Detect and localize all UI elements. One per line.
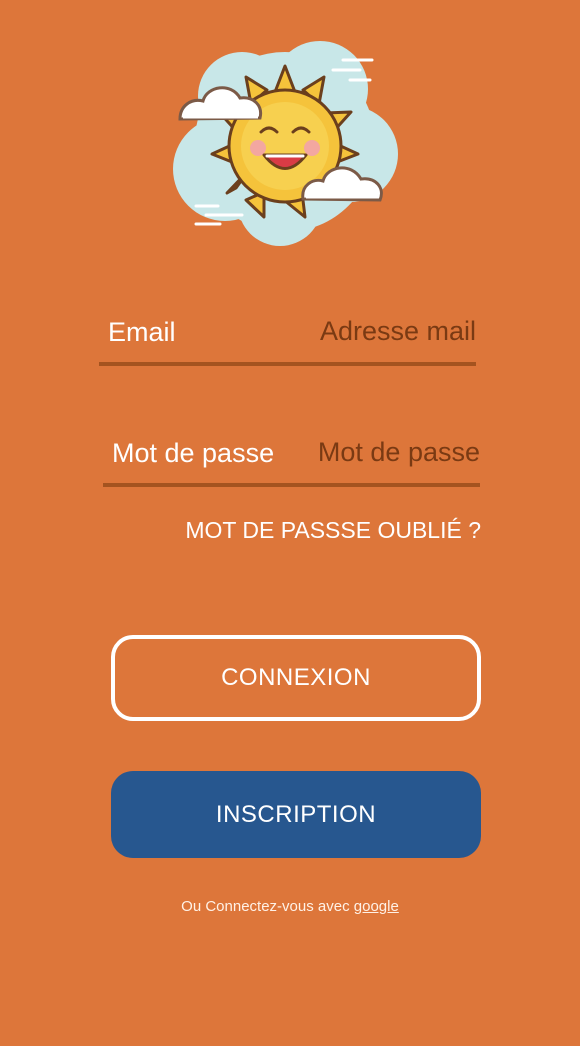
google-login-link[interactable]: google [354, 898, 399, 915]
email-label: Email [108, 317, 176, 347]
inscription-button-label: INSCRIPTION [215, 800, 377, 828]
connexion-button-label: CONNEXION [221, 664, 371, 691]
password-field: Mot de passe [103, 425, 480, 487]
login-screen: Email Mot de passe MOT DE PASSSE OUBLIÉ … [0, 0, 580, 1046]
social-login-prefix: Ou Connectez-vous avec [181, 898, 350, 915]
connexion-button[interactable]: CONNEXION [111, 635, 481, 721]
password-label: Mot de passe [112, 438, 275, 468]
inscription-button[interactable]: INSCRIPTION [111, 771, 481, 858]
password-input[interactable] [280, 431, 480, 473]
smiling-sun-logo-icon [173, 41, 398, 246]
social-login-text: Ou Connectez-vous avec google [0, 897, 580, 917]
forgot-password-link[interactable]: MOT DE PASSSE OUBLIÉ ? [185, 515, 481, 545]
email-input[interactable] [256, 310, 476, 352]
email-field: Email [99, 304, 476, 366]
